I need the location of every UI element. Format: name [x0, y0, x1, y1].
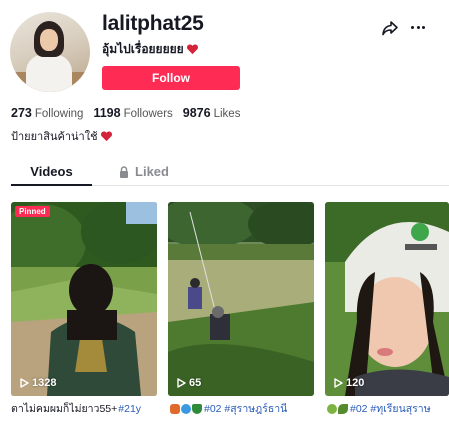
bio-text: ป้ายยาสินค้าน่าใช้: [11, 131, 98, 143]
caption-hashtag[interactable]: #21y: [118, 403, 141, 415]
stat-label: Following: [34, 108, 84, 120]
profile-nickname: อุ้มไปเรื่อยยยยย: [102, 40, 199, 59]
nickname-text: อุ้มไปเรื่อยยยยย: [102, 42, 184, 56]
video-views: 120: [334, 377, 364, 389]
profile-username: lalitphat25: [102, 12, 204, 35]
play-icon: [334, 378, 343, 388]
video-caption[interactable]: #02 #สุราษฎร์ธานี: [170, 400, 316, 417]
video-image: [168, 202, 314, 396]
profile-bio: ป้ายยาสินค้าน่าใช้: [11, 127, 113, 145]
profile-stats: 273 Following 1198 Followers 9876 Likes: [11, 106, 240, 120]
video-caption[interactable]: #02 #ทุเรียนสุราษ: [327, 400, 449, 417]
stat-value: 1198: [93, 106, 121, 120]
avatar-body: [26, 54, 72, 92]
lock-icon: [120, 165, 129, 178]
stat-followers[interactable]: 1198 Followers: [93, 106, 172, 120]
more-options-icon[interactable]: [409, 18, 427, 36]
stat-label: Followers: [123, 108, 173, 120]
heart-emoji-icon: [186, 44, 198, 55]
tab-label: Videos: [30, 163, 73, 179]
stat-label: Likes: [213, 108, 241, 120]
tab-videos[interactable]: Videos: [11, 158, 92, 186]
pinned-badge: Pinned: [15, 206, 50, 217]
profile-tabs: Videos Liked: [11, 158, 449, 186]
video-thumbnail[interactable]: 65: [168, 202, 314, 396]
tree-emoji-icon: [192, 403, 202, 414]
play-icon: [20, 378, 29, 388]
video-views: 65: [177, 377, 201, 389]
leaf-emoji-icon: [338, 403, 348, 414]
share-icon[interactable]: [381, 19, 399, 37]
avatar-face: [40, 29, 58, 51]
dot: [416, 25, 420, 29]
video-image: [11, 202, 157, 396]
views-count: 65: [189, 377, 202, 389]
video-views: 1328: [20, 377, 56, 389]
caption-hashtag[interactable]: #02 #สุราษฎร์ธานี: [204, 400, 287, 417]
stat-following[interactable]: 273 Following: [11, 106, 83, 120]
follow-button[interactable]: Follow: [102, 66, 240, 90]
water-emoji-icon: [181, 403, 191, 414]
heart-emoji-icon: [100, 130, 112, 141]
stat-value: 273: [11, 106, 32, 120]
caption-hashtag[interactable]: #02 #ทุเรียนสุราษ: [350, 400, 431, 417]
stat-likes: 9876 Likes: [183, 106, 241, 120]
video-caption[interactable]: ตาไม่คมผมก็ไม่ยาว55+ #21y: [11, 400, 157, 417]
dot: [411, 25, 414, 29]
video-thumbnail[interactable]: 120: [325, 202, 449, 396]
dot: [422, 25, 425, 29]
seedling-emoji-icon: [327, 403, 337, 414]
tab-label: Liked: [135, 164, 169, 179]
views-count: 1328: [32, 377, 57, 389]
play-icon: [177, 378, 186, 388]
caption-text: ตาไม่คมผมก็ไม่ยาว55+: [11, 403, 118, 415]
stat-value: 9876: [182, 106, 211, 120]
fish-emoji-icon: [170, 403, 180, 414]
tab-liked[interactable]: Liked: [114, 158, 174, 185]
avatar[interactable]: [10, 12, 90, 92]
views-count: 120: [346, 377, 365, 389]
video-image: [325, 202, 449, 396]
video-thumbnail[interactable]: Pinned 1328: [11, 202, 157, 396]
